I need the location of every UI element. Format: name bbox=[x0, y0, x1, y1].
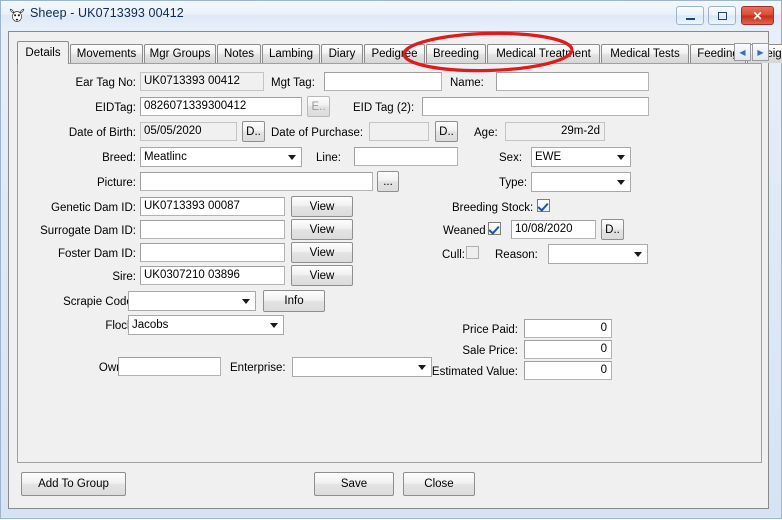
tab-label: Details bbox=[25, 47, 61, 59]
minimize-icon bbox=[677, 7, 703, 24]
dialog-client-area: Details Movements Mgr Groups Notes Lambi… bbox=[8, 31, 782, 509]
sheep-record-window: Sheep - UK0713393 00412 ✕ Details Moveme… bbox=[0, 0, 782, 519]
minimize-button[interactable] bbox=[676, 6, 704, 25]
title-bar: Sheep - UK0713393 00412 ✕ bbox=[1, 1, 781, 30]
close-icon: ✕ bbox=[752, 8, 763, 23]
save-button[interactable]: Save bbox=[314, 472, 394, 496]
close-window-button[interactable]: ✕ bbox=[741, 6, 774, 25]
maximize-icon bbox=[709, 7, 735, 24]
maximize-button[interactable] bbox=[708, 6, 736, 25]
tab-details[interactable]: Details bbox=[17, 41, 69, 64]
close-button[interactable]: Close bbox=[403, 472, 475, 496]
dialog-footer: Add To Group Save Close bbox=[9, 32, 768, 508]
sheep-head-icon bbox=[8, 6, 26, 24]
add-to-group-button[interactable]: Add To Group bbox=[21, 472, 126, 496]
window-title: Sheep - UK0713393 00412 bbox=[30, 6, 184, 20]
